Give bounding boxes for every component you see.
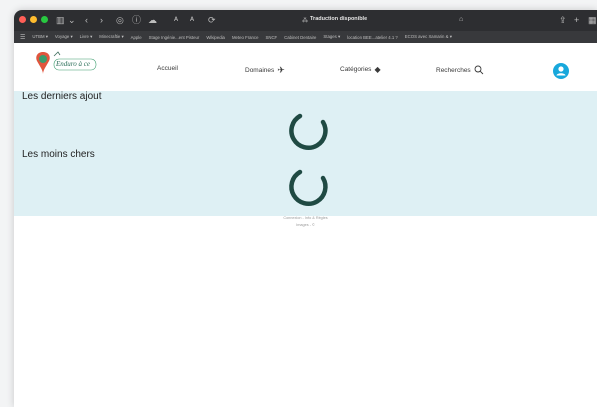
reload-icon[interactable]: ⟳ [208, 14, 216, 26]
tab-overview-icon[interactable]: ▦ [588, 14, 597, 26]
bookmark-item[interactable]: Cabinet Dentaire [284, 35, 316, 40]
zoom-window-button[interactable] [41, 16, 48, 23]
bookmark-item[interactable]: Minecraftie ▾ [99, 34, 123, 40]
nav-domaines[interactable]: Domaines ✈ [245, 65, 285, 76]
bookmark-item[interactable]: Wikipedia [206, 35, 225, 40]
minimize-window-button[interactable] [30, 16, 37, 23]
user-icon [556, 66, 566, 76]
bookmarks-icon[interactable]: ☰ [20, 34, 25, 41]
bookmark-item[interactable]: Meteo France [232, 35, 259, 40]
search-icon [474, 65, 484, 75]
footer-credits: Images - © [296, 223, 315, 227]
loading-spinner-cheapest [289, 169, 328, 206]
site-navbar: Enduro à ce Accueil Domaines ✈ Catégorie… [14, 43, 597, 91]
plane-icon: ✈ [277, 65, 285, 75]
bookmark-item[interactable]: Stages ▾ [323, 34, 340, 40]
info-icon[interactable]: ⓘ [132, 14, 141, 26]
section-title-latest: Les derniers ajout [22, 91, 102, 102]
nav-categories-label: Catégories [340, 66, 372, 73]
window-controls [19, 16, 48, 23]
privacy-icon[interactable]: ◎ [116, 14, 124, 26]
bookmark-item[interactable]: Stage Ingénie...ent Pisteur [149, 35, 200, 40]
bookmark-item[interactable]: UTBM ▾ [32, 34, 48, 40]
footer-links[interactable]: Connexion - Info & Règles [14, 216, 597, 220]
tab-title[interactable]: Traduction disponible [310, 16, 367, 22]
logo-text: Enduro à ce [56, 60, 90, 68]
bookmark-item[interactable]: Livre ▾ [80, 34, 93, 40]
close-window-button[interactable] [19, 16, 26, 23]
content-area: Les derniers ajout Les moins chers [14, 91, 597, 216]
new-tab-icon[interactable]: + [574, 14, 579, 26]
nav-categories[interactable]: Catégories ◆ [340, 65, 381, 74]
nav-recherches-label: Recherches [436, 66, 471, 74]
loading-spinner-latest [289, 113, 328, 150]
bookmark-item[interactable]: ECOS avec Xamarin & ▾ [405, 34, 452, 40]
reader-icon[interactable]: ᴬ [190, 14, 194, 26]
bookmark-item[interactable]: Apple [131, 35, 142, 40]
bookmark-item[interactable]: Voyage ▾ [55, 34, 73, 40]
nav-recherches[interactable]: Recherches [436, 65, 484, 75]
browser-window: ▥ ⌄ ‹ › ◎ ⓘ ☁ ᴬ ᴬ ⟳ ⁂ Traduction disponi… [14, 10, 597, 407]
sidebar-icon[interactable]: ▥ [56, 14, 65, 26]
chevron-down-icon[interactable]: ⌄ [68, 14, 76, 26]
forward-icon[interactable]: › [100, 14, 103, 26]
bookmark-item[interactable]: SNCF [265, 35, 277, 40]
grenade-icon: ◆ [374, 65, 381, 74]
nav-domaines-label: Domaines [245, 67, 275, 74]
lock-icon: ⌂ [459, 16, 464, 23]
back-icon[interactable]: ‹ [85, 14, 88, 26]
cloud-icon[interactable]: ☁ [148, 14, 157, 26]
user-avatar-button[interactable] [553, 63, 569, 79]
nav-accueil-label: Accueil [157, 65, 178, 72]
translate-icon[interactable]: ⁂ [302, 15, 308, 27]
bookmarks-bar: ☰ UTBM ▾ Voyage ▾ Livre ▾ Minecraftie ▾ … [14, 31, 597, 43]
nav-accueil[interactable]: Accueil [157, 65, 178, 72]
browser-titlebar: ▥ ⌄ ‹ › ◎ ⓘ ☁ ᴬ ᴬ ⟳ ⁂ Traduction disponi… [14, 10, 597, 31]
bookmark-item[interactable]: location BEE...atelier 4.1 ? [347, 35, 398, 40]
share-icon[interactable]: ⇪ [559, 14, 567, 26]
section-title-cheapest: Les moins chers [22, 149, 95, 160]
text-size-icon[interactable]: ᴬ [174, 14, 178, 26]
